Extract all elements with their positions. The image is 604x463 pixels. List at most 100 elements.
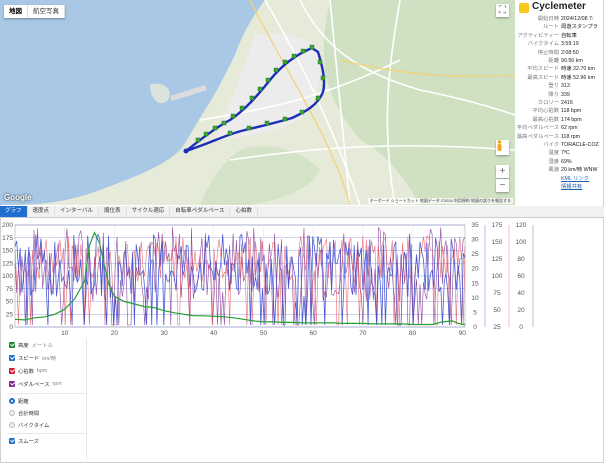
info-row-label: 降り	[548, 91, 559, 98]
legend-unit: メートル	[31, 343, 53, 349]
info-row-label: アクティビティー	[517, 32, 559, 39]
info-row: バイクタイム 3:59:19	[515, 40, 603, 48]
pegman-icon[interactable]	[496, 140, 509, 155]
info-row-label: 湿度	[548, 158, 559, 165]
elevation-tick-label: 25	[6, 311, 14, 318]
info-link[interactable]: KML リンク	[561, 175, 589, 183]
x-axis-option-label: バイクタイム	[18, 423, 50, 429]
info-row: 開始日時 2024/12/08 7:	[515, 15, 603, 23]
info-row-value: 174 bpm	[561, 116, 582, 123]
google-logo: Google	[4, 193, 32, 202]
x-tick-label: 30	[160, 330, 168, 337]
checkbox-icon[interactable]	[9, 438, 15, 444]
info-link[interactable]: 情報共有	[561, 183, 582, 191]
info-row-label: 平均心拍数	[532, 108, 560, 115]
cyclemeter-logo-icon	[519, 3, 529, 13]
map-canvas[interactable]	[0, 0, 515, 205]
speed-tick-label: 0	[473, 324, 477, 331]
tab-4[interactable]: サイクル適応	[127, 206, 171, 217]
speed-tick-label: 20	[471, 266, 479, 273]
tab-5[interactable]: 自転車ペダルペース	[170, 206, 231, 217]
x-axis-option-label: 合計時間	[18, 411, 40, 417]
legend-series-toggle[interactable]: ペダルペース rpm	[9, 379, 62, 389]
info-row-label: 平均ペダルペース	[516, 125, 559, 132]
speed-tick-label: 30	[471, 237, 479, 244]
info-row: 平均心拍数 118 bpm	[515, 107, 603, 115]
info-row-value: 62 rpm	[561, 125, 578, 132]
info-row-label: 平均スピード	[527, 66, 559, 73]
checkbox-icon[interactable]	[9, 368, 15, 374]
radio-icon[interactable]	[9, 398, 15, 404]
info-row: 登り 313	[515, 82, 603, 90]
info-row: 最高心拍数 174 bpm	[515, 116, 603, 124]
map-type-map-button[interactable]: 地図	[4, 5, 28, 18]
info-row-label: 風速	[548, 167, 559, 174]
tab-2[interactable]: インターバル	[55, 206, 99, 217]
info-row: 距離 90.56 km	[515, 57, 603, 65]
info-row-value: 時速 52.96 km	[561, 74, 595, 81]
tab-1[interactable]: 速度点	[28, 206, 56, 217]
zoom-out-button[interactable]: −	[496, 179, 509, 192]
map-type-toggle[interactable]: 地図 航空写真	[4, 5, 65, 18]
elevation-tick-label: 50	[6, 299, 14, 306]
map-type-satellite-button[interactable]: 航空写真	[28, 5, 65, 18]
cadence-tick-label: 120	[516, 222, 527, 229]
checkbox-icon[interactable]	[9, 355, 15, 361]
checkbox-icon[interactable]	[9, 381, 15, 387]
x-tick-label: 40	[210, 330, 218, 337]
tab-3[interactable]: 順位表	[99, 206, 127, 217]
x-tick-label: 20	[111, 330, 119, 337]
checkbox-icon[interactable]	[9, 342, 15, 348]
tab-0[interactable]: グラフ	[0, 206, 28, 217]
info-row: カロリー 2416	[515, 99, 603, 107]
heart-rate-tick-label: 75	[493, 290, 501, 297]
x-axis-option[interactable]: 距離	[9, 396, 29, 406]
zoom-in-button[interactable]: +	[496, 165, 509, 178]
legend-series-toggle[interactable]: 高度 メートル	[9, 340, 53, 350]
info-row: 最高ペダルペース 118 rpm	[515, 133, 603, 141]
ride-info-panel: Cyclemeter 開始日時 2024/12/08 7: ルート 周遊スタンプラ アク…	[515, 0, 603, 205]
smooth-label: スムーズ	[18, 439, 39, 445]
radio-icon[interactable]	[9, 410, 15, 416]
legend-series-toggle[interactable]: 心拍数 bpm	[9, 366, 47, 376]
x-axis-option[interactable]: 合計時間	[9, 408, 39, 418]
elevation-tick-label: 150	[2, 248, 13, 255]
info-row-label: 開始日時	[537, 16, 559, 22]
fullscreen-icon[interactable]: ⛶	[496, 4, 509, 17]
legend-label: 高度	[18, 343, 29, 349]
legend-series-toggle[interactable]: スピード km/時	[9, 353, 56, 363]
info-row-label: 最高ペダルペース	[516, 133, 559, 140]
info-row: 風速 20 km/時 WNW	[515, 166, 603, 174]
x-axis-option[interactable]: バイクタイム	[9, 420, 49, 430]
info-row[interactable]: 情報共有	[515, 183, 603, 191]
info-row-label: 登り	[548, 83, 559, 90]
smooth-toggle[interactable]: スムーズ	[9, 436, 39, 446]
info-row-label: カロリー	[537, 100, 559, 106]
map-attribution[interactable]: キーボード ショートカット 地図データ ©2024 利用規約 地図の誤りを報告す…	[367, 198, 513, 204]
elevation-tick-label: 75	[6, 286, 14, 293]
radio-icon[interactable]	[9, 422, 15, 428]
legend-unit: km/時	[42, 356, 57, 362]
ride-chart[interactable]: 025507510012515017520010 20 30 40 50 60 70 80 90…	[0, 219, 604, 337]
info-row-value: 339	[561, 91, 570, 98]
legend-label: 心拍数	[18, 369, 34, 375]
elevation-tick-label: 125	[2, 260, 13, 267]
info-row-value: 118 bpm	[561, 108, 582, 115]
info-row[interactable]: KML リンク	[515, 175, 603, 183]
info-row-label: 最高スピード	[527, 74, 559, 81]
cadence-tick-label: 60	[517, 273, 525, 280]
info-row-value: 118 rpm	[561, 133, 581, 140]
cadence-tick-label: 100	[516, 239, 527, 246]
elevation-tick-label: 0	[9, 324, 13, 331]
elevation-tick-label: 175	[2, 235, 13, 242]
x-tick-label: 70	[359, 330, 367, 337]
legend-separator	[7, 433, 85, 434]
tab-6[interactable]: 心拍数	[230, 206, 258, 217]
speed-tick-label: 5	[473, 309, 477, 316]
info-row-label: 最高心拍数	[532, 116, 560, 123]
heart-rate-tick-label: 50	[493, 307, 501, 314]
route-map[interactable]: 地図 航空写真 ⛶ + − Google キーボード ショートカット 地図データ…	[0, 0, 515, 205]
start-marker	[183, 148, 189, 154]
info-row: 最高スピード 時速 52.96 km	[515, 74, 603, 82]
x-tick-label: 80	[409, 330, 417, 337]
